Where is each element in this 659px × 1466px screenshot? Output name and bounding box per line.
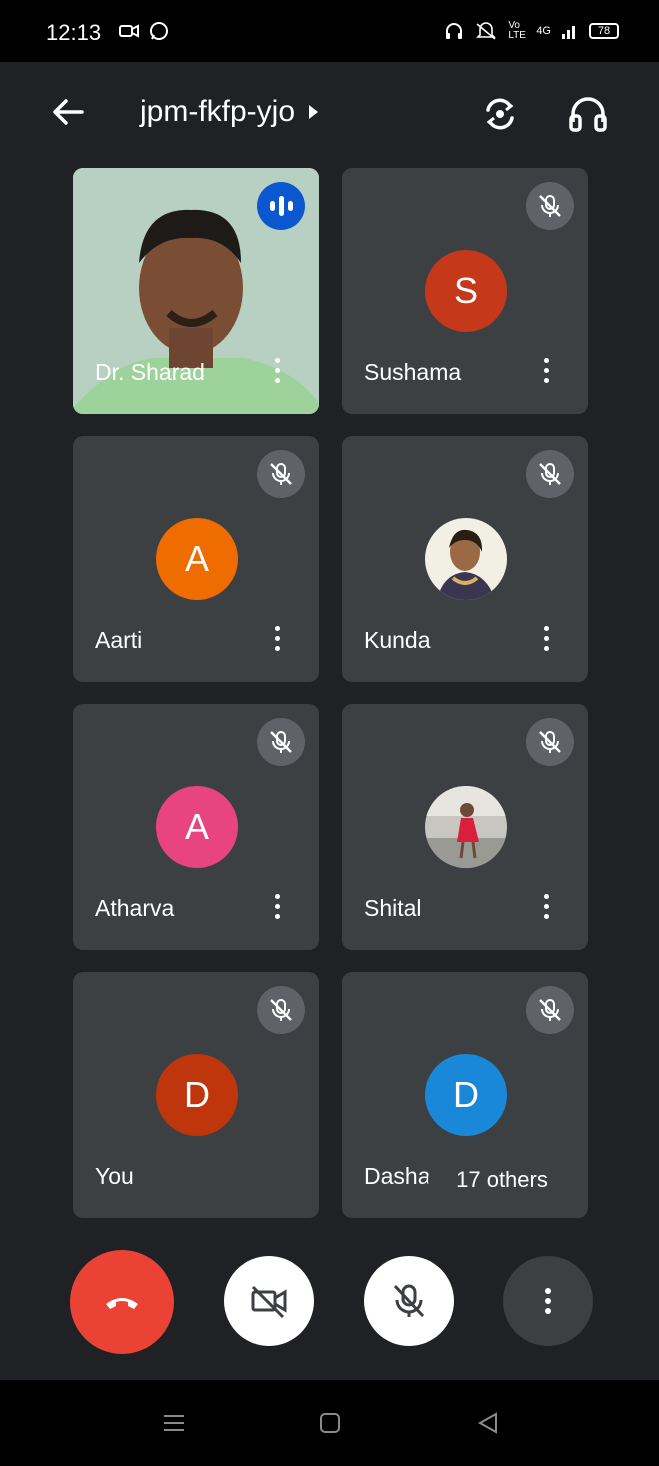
avatar: A xyxy=(156,786,238,868)
participant-more-button[interactable] xyxy=(536,350,556,390)
avatar: S xyxy=(425,250,507,332)
participant-tile[interactable]: Shital xyxy=(342,704,588,950)
others-count-button[interactable]: 17 others xyxy=(428,1152,576,1208)
status-notification-icons xyxy=(118,20,170,42)
network-indicator: 4G xyxy=(536,25,551,37)
avatar: D xyxy=(425,1054,507,1136)
status-time: 12:13 xyxy=(46,20,102,45)
avatar xyxy=(425,518,507,600)
mic-off-icon xyxy=(257,450,305,498)
participant-tile[interactable]: A Aarti xyxy=(73,436,319,682)
participant-more-button[interactable] xyxy=(267,350,287,390)
switch-camera-icon xyxy=(486,98,514,130)
participant-name: Dashar xyxy=(364,1163,439,1189)
more-vertical-icon xyxy=(545,1288,551,1314)
recent-apps-button[interactable] xyxy=(157,1406,191,1440)
participant-name: Dr. Sharad xyxy=(95,359,205,385)
triangle-back-icon xyxy=(477,1412,497,1434)
status-right-icons: Vo LTE 4G 78 xyxy=(444,21,619,41)
participant-name: Shital xyxy=(364,895,422,921)
more-options-button[interactable] xyxy=(503,1256,593,1346)
status-bar: 12:13 Vo LTE 4G 78 xyxy=(0,0,659,62)
avatar: A xyxy=(156,518,238,600)
speaking-indicator-icon xyxy=(257,182,305,230)
microphone-toggle-button[interactable] xyxy=(364,1256,454,1346)
participant-name: Aarti xyxy=(95,627,143,653)
participant-more-button[interactable] xyxy=(267,886,287,926)
participant-name: Atharva xyxy=(95,895,175,921)
camera-toggle-button[interactable] xyxy=(224,1256,314,1346)
mic-off-icon xyxy=(526,450,574,498)
back-nav-button[interactable] xyxy=(471,1406,505,1440)
caret-right-icon xyxy=(309,105,319,119)
participant-tile[interactable]: Dr. Sharad xyxy=(73,168,319,414)
battery-icon: 78 xyxy=(589,23,619,39)
phone-hangup-icon xyxy=(106,1298,138,1309)
video-notification-icon xyxy=(119,24,139,38)
participant-tile[interactable]: S Sushama xyxy=(342,168,588,414)
participant-name: Sushama xyxy=(364,359,462,385)
end-call-button[interactable] xyxy=(70,1250,174,1354)
mic-off-icon xyxy=(526,986,574,1034)
headset-status-icon xyxy=(446,23,463,39)
participant-tile[interactable]: A Atharva xyxy=(73,704,319,950)
mic-off-icon xyxy=(526,182,574,230)
avatar: D xyxy=(156,1054,238,1136)
mic-off-icon xyxy=(393,1284,425,1318)
meeting-code: jpm-fkfp-yjo xyxy=(140,95,296,128)
square-icon xyxy=(320,1413,340,1433)
whatsapp-icon xyxy=(150,22,168,40)
meeting-top-bar: jpm-fkfp-yjo xyxy=(0,62,659,167)
participant-name: Kunda xyxy=(364,627,431,653)
home-button[interactable] xyxy=(313,1406,347,1440)
participant-tile-self[interactable]: D You xyxy=(73,972,319,1218)
mic-off-icon xyxy=(257,718,305,766)
switch-camera-button[interactable] xyxy=(478,92,522,136)
mute-status-icon xyxy=(476,22,497,40)
meeting-title-button[interactable]: jpm-fkfp-yjo xyxy=(140,95,319,129)
video-off-icon xyxy=(251,1285,287,1319)
participant-more-button[interactable] xyxy=(536,886,556,926)
headphones-icon xyxy=(569,97,607,132)
signal-icon xyxy=(562,26,575,39)
participant-more-button[interactable] xyxy=(536,618,556,658)
avatar xyxy=(425,786,507,868)
menu-icon xyxy=(164,1415,184,1431)
back-button[interactable] xyxy=(48,92,88,132)
volte-indicator: Vo LTE xyxy=(508,20,526,41)
participant-name: You xyxy=(95,1163,134,1189)
arrow-left-icon xyxy=(53,99,84,125)
mic-off-icon xyxy=(526,718,574,766)
mic-off-icon xyxy=(257,986,305,1034)
participant-tile[interactable]: Kunda xyxy=(342,436,588,682)
audio-output-button[interactable] xyxy=(566,92,610,136)
system-nav-bar xyxy=(0,1380,659,1466)
participant-more-button[interactable] xyxy=(267,618,287,658)
